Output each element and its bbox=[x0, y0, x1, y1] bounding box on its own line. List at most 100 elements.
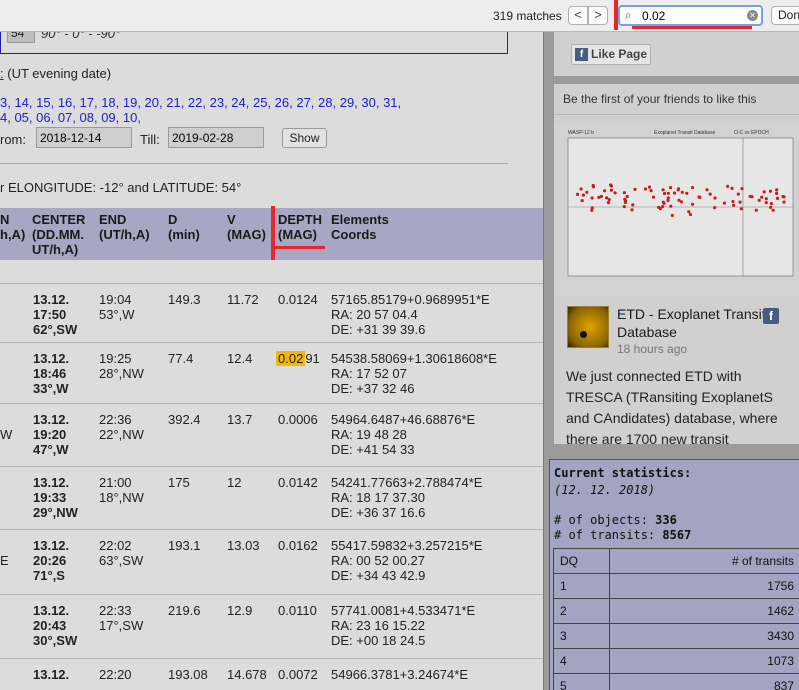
clear-icon[interactable]: ✕ bbox=[747, 10, 758, 21]
day-links-row-2[interactable]: 4, 05, 06, 07, 08, 09, 10, bbox=[0, 110, 141, 125]
day-links-row-1[interactable]: 3, 14, 15, 16, 17, 18, 19, 20, 21, 22, 2… bbox=[0, 95, 401, 110]
chart-dot bbox=[609, 183, 613, 187]
center-alt: 33°,W bbox=[33, 381, 69, 396]
facebook-feed: Be the first of your friends to like thi… bbox=[554, 84, 799, 447]
chart-dot bbox=[661, 188, 665, 192]
previous-match-button[interactable]: < bbox=[568, 6, 588, 25]
from-date-input[interactable] bbox=[36, 127, 132, 148]
chart-dot bbox=[575, 192, 580, 196]
etd-logo[interactable] bbox=[567, 306, 609, 348]
chart-dot bbox=[705, 188, 709, 192]
chart-dot bbox=[764, 201, 768, 205]
facebook-icon[interactable]: f bbox=[763, 308, 779, 324]
col-begin-header: Nh,A) bbox=[0, 212, 26, 242]
chart-dot bbox=[649, 189, 653, 193]
main-content: 54 90° - 0° - -90° : (UT evening date) 3… bbox=[0, 32, 543, 690]
chart-dot bbox=[670, 213, 674, 218]
transit-count: 3430 bbox=[609, 623, 799, 649]
chart-dot bbox=[769, 205, 773, 209]
chart-dot bbox=[738, 200, 742, 204]
de-cell: DE: +37 32 46 bbox=[331, 381, 415, 396]
chart-dot bbox=[672, 191, 677, 195]
from-label: rom: bbox=[0, 132, 26, 147]
center-alt: 71°,S bbox=[33, 568, 65, 583]
center-date: 13.12. bbox=[33, 667, 70, 682]
chart-dot bbox=[605, 196, 609, 200]
chart-dot bbox=[631, 203, 635, 207]
end-time: 21:00 bbox=[99, 475, 132, 490]
chart-dot bbox=[775, 188, 779, 192]
like-page-label: Like Page bbox=[591, 47, 648, 61]
etd-page-name[interactable]: ETD - Exoplanet Transit Database bbox=[617, 305, 767, 341]
annotation-underline-top bbox=[632, 26, 752, 29]
chart-dot bbox=[591, 185, 595, 189]
chart-dot bbox=[685, 191, 689, 195]
show-button[interactable]: Show bbox=[282, 128, 327, 148]
center-time: 17:50 bbox=[33, 307, 67, 322]
chart-dot bbox=[661, 200, 665, 204]
col-end-header: END (UT/h,A) bbox=[99, 212, 150, 242]
transits-count: # of transits: 8567 bbox=[554, 528, 691, 542]
table-row: E 13.12. 20:26 71°,S 22:02 63°,SW 193.1 13.03 0.… bbox=[0, 529, 543, 594]
chart-dot bbox=[613, 191, 617, 195]
center-time: 19:20 bbox=[33, 427, 67, 442]
chart-dot bbox=[730, 186, 734, 190]
chart-caption: WASP-12 b bbox=[568, 130, 594, 136]
date-label: : (UT evening date) bbox=[0, 66, 111, 81]
find-input[interactable] bbox=[642, 8, 742, 23]
dq-value: 3 bbox=[553, 623, 610, 649]
facebook-like-box: f Like Page bbox=[554, 32, 799, 76]
col-depth-header: DEPTH (MAG) bbox=[278, 212, 323, 242]
transits-label: # of transits: bbox=[554, 528, 656, 542]
ra-cell: RA: 19 48 28 bbox=[331, 427, 407, 442]
chart-dot bbox=[662, 191, 667, 196]
done-button[interactable]: Don bbox=[771, 6, 799, 25]
table-row: 13.12. 22:20 193.08 14.678 0.0072 54966.3781+… bbox=[0, 658, 543, 690]
chart-dot bbox=[690, 202, 695, 206]
duration-cell: 149.3 bbox=[168, 292, 201, 307]
next-match-button[interactable]: > bbox=[588, 6, 608, 25]
table-row: 13.12. 19:33 29°,NW 21:00 18°,NW 175 12 0.0142 5… bbox=[0, 466, 543, 529]
chart-dot bbox=[625, 194, 629, 199]
center-alt: 30°,SW bbox=[33, 633, 78, 648]
till-date-input[interactable] bbox=[168, 127, 264, 148]
de-cell: DE: +41 54 33 bbox=[331, 442, 415, 457]
center-alt: 47°,W bbox=[33, 442, 69, 457]
match-count: 319 matches bbox=[493, 9, 562, 23]
observer-coords: 90° - 0° - -90° bbox=[41, 32, 121, 41]
dq-value: 4 bbox=[553, 648, 610, 674]
observer-number-field[interactable]: 54 bbox=[7, 32, 35, 43]
elements-cell: 57165.85179+0.9689951*E bbox=[331, 292, 490, 307]
post-time: 18 hours ago bbox=[617, 342, 688, 356]
post-text: We just connected ETD with TRESCA (TRans… bbox=[566, 368, 778, 447]
oc-chart-image[interactable]: WASP-12 b Exoplanet Transit Database O-C… bbox=[554, 124, 799, 296]
like-page-button[interactable]: f Like Page bbox=[571, 44, 651, 65]
end-alt: 63°,SW bbox=[99, 553, 144, 568]
chart-dot bbox=[732, 203, 736, 207]
chart-dot bbox=[622, 191, 626, 195]
chart-dot bbox=[585, 190, 589, 194]
depth-cell: 0.0142 bbox=[278, 475, 318, 490]
location-line: r ELONGITUDE: -12° and LATITUDE: 54° bbox=[0, 180, 242, 195]
search-icon: ⌕ bbox=[625, 8, 632, 22]
objects-label: # of objects: bbox=[554, 513, 648, 527]
center-alt: 62°,SW bbox=[33, 322, 78, 337]
chart-dot bbox=[775, 191, 779, 195]
dq-row: 2 1462 bbox=[553, 598, 799, 624]
col-elements-header: Elements Coords bbox=[331, 212, 389, 242]
chart-dot bbox=[722, 201, 727, 205]
dq-table-body: 1 1756 2 1462 3 3430 4 1073 5 837 bbox=[553, 573, 799, 690]
table-row: 13.12. 17:50 62°,SW 19:04 53°,W 149.3 11.72 0.0… bbox=[0, 283, 543, 342]
chart-caption-3: O-C vs EPOCH bbox=[734, 130, 769, 136]
duration-cell: 219.6 bbox=[168, 603, 201, 618]
chart-dot bbox=[754, 208, 758, 212]
find-field[interactable]: ⌕ ✕ bbox=[618, 5, 763, 26]
elements-cell: 54966.3781+3.24674*E bbox=[331, 667, 468, 682]
chart-dot bbox=[590, 196, 594, 200]
chart-dot bbox=[666, 191, 670, 195]
de-cell: DE: +36 37 16.6 bbox=[331, 505, 426, 520]
mag-cell: 13.03 bbox=[227, 538, 260, 553]
chart-dot bbox=[697, 195, 701, 199]
chart-dot bbox=[606, 201, 610, 205]
col-center-header: CENTER (DD.MM. UT/h,A) bbox=[32, 212, 86, 257]
